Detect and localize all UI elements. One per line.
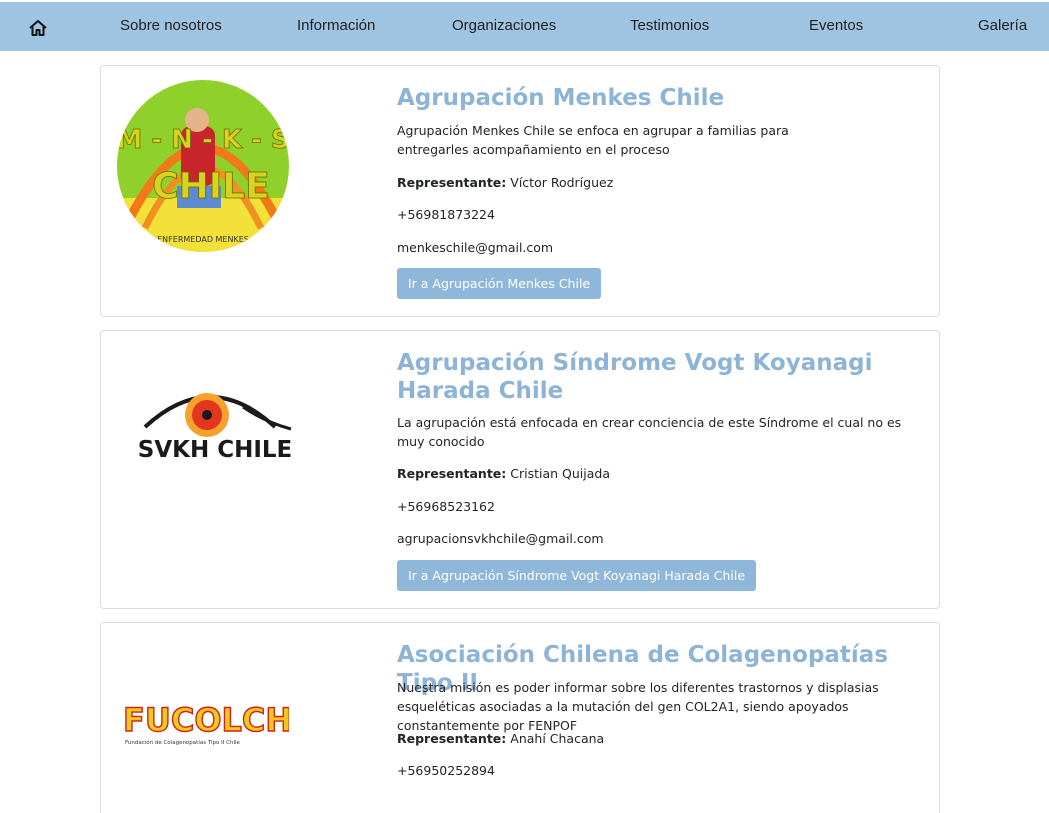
svkh-eye-logo: SVKH CHILE: [115, 377, 295, 477]
fucolch-logo-subtext: Fundación de Colagenopatías Tipo II Chil…: [125, 739, 241, 746]
svkh-logo-image: SVKH CHILE: [138, 393, 293, 463]
top-navbar: Sobre nosotros Información Organizacione…: [0, 2, 1049, 51]
organization-card-menkes: M - N - K - S CHILE ENFERMEDAD MENKES Ag…: [100, 65, 940, 317]
representative-label: Representante:: [397, 175, 507, 190]
menkes-logo-text-bottom: CHILE: [152, 166, 269, 207]
fucolch-logo: FUCOLCH Fundación de Colagenopatías Tipo…: [119, 695, 289, 751]
menkes-logo-footer: ENFERMEDAD MENKES: [157, 235, 249, 244]
organization-card-fucolch: FUCOLCH Fundación de Colagenopatías Tipo…: [100, 622, 940, 813]
go-to-organization-button[interactable]: Ir a Agrupación Menkes Chile: [397, 268, 602, 299]
card-description: La agrupación está enfocada en crear con…: [397, 415, 902, 449]
menkes-logo-image: M - N - K - S CHILE ENFERMEDAD MENKES: [116, 80, 289, 252]
fucolch-logo-text: FUCOLCH: [123, 701, 289, 739]
fucolch-logo-image: FUCOLCH Fundación de Colagenopatías Tipo…: [122, 700, 289, 746]
nav-item-informacion[interactable]: Información: [297, 17, 375, 34]
menkes-logo-text-top: M - N - K - S: [116, 125, 289, 155]
representative-label: Representante:: [397, 731, 507, 746]
nav-item-testimonios[interactable]: Testimonios: [630, 17, 709, 34]
representative-name: Anahí Chacana: [510, 731, 605, 746]
go-to-organization-button[interactable]: Ir a Agrupación Síndrome Vogt Koyanagi H…: [397, 560, 757, 591]
nav-item-eventos[interactable]: Eventos: [809, 17, 863, 34]
card-phone: +56981873224: [397, 207, 495, 222]
nav-item-sobre-nosotros[interactable]: Sobre nosotros: [120, 17, 222, 34]
menkes-logo: M - N - K - S CHILE ENFERMEDAD MENKES: [115, 78, 291, 254]
card-description: Nuestra misión es poder informar sobre l…: [397, 680, 879, 733]
card-email: agrupacionsvkhchile@gmail.com: [397, 531, 604, 546]
card-phone: +56968523162: [397, 499, 495, 514]
representative-name: Cristian Quijada: [510, 466, 611, 481]
card-representative: Representante: Anahí Chacana: [397, 729, 604, 748]
nav-item-organizaciones[interactable]: Organizaciones: [452, 17, 556, 34]
card-representative: Representante: Cristian Quijada: [397, 464, 610, 483]
organization-card-svkh: SVKH CHILE Agrupación Síndrome Vogt Koya…: [100, 330, 940, 609]
card-representative: Representante: Víctor Rodríguez: [397, 173, 613, 192]
svkh-logo-text: SVKH CHILE: [138, 437, 293, 463]
card-email: menkeschile@gmail.com: [397, 240, 554, 255]
card-title: Agrupación Menkes Chile: [397, 85, 725, 111]
card-phone: +56950252894: [397, 763, 495, 778]
nav-item-galeria[interactable]: Galería: [978, 17, 1027, 34]
home-icon[interactable]: [28, 18, 48, 38]
card-title: Agrupación Síndrome Vogt Koyanagi Harada…: [397, 350, 873, 404]
representative-label: Representante:: [397, 466, 507, 481]
representative-name: Víctor Rodríguez: [510, 175, 614, 190]
card-description: Agrupación Menkes Chile se enfoca en agr…: [397, 123, 789, 157]
